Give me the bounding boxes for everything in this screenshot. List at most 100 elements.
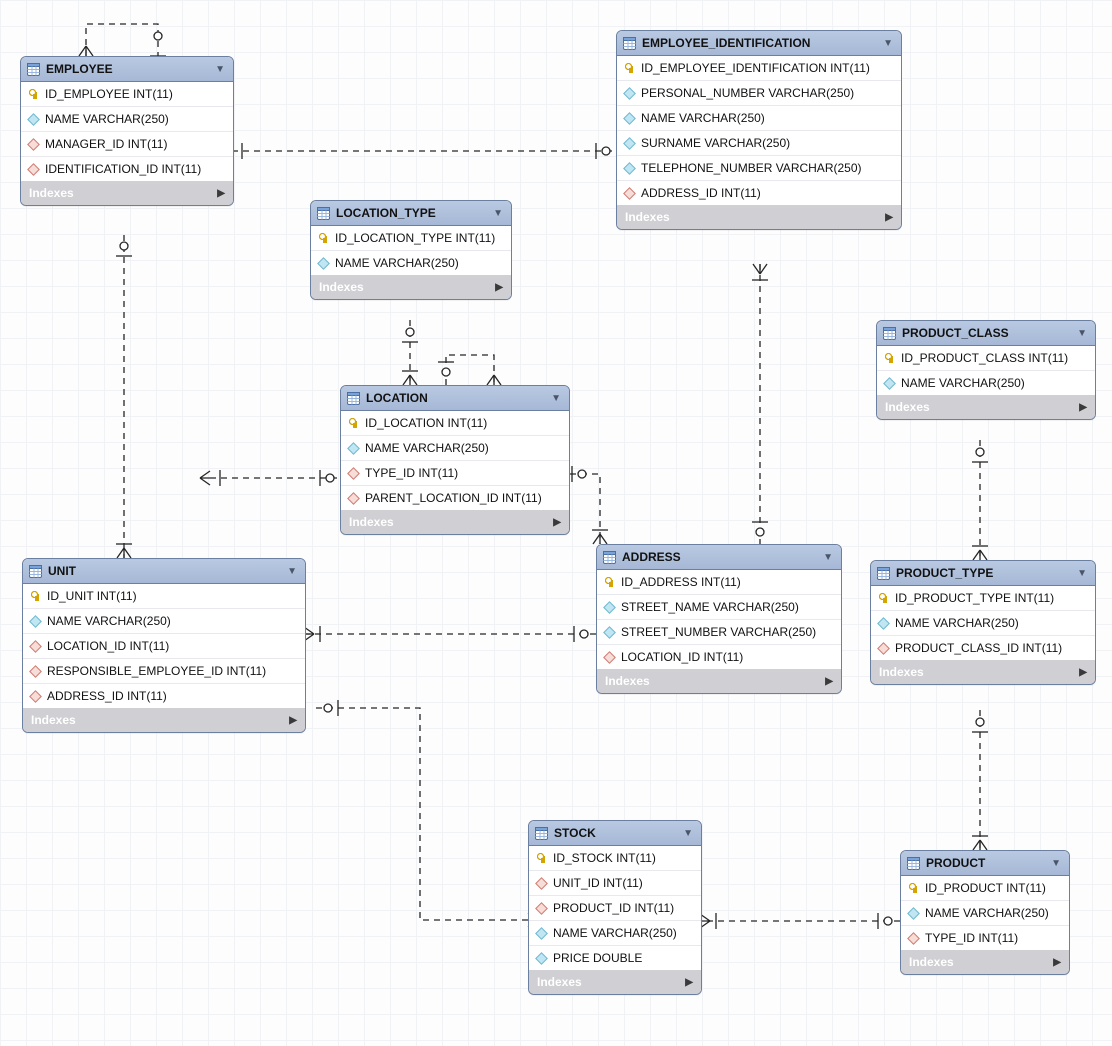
indexes-section[interactable]: Indexes▶ [311, 275, 511, 299]
column-row[interactable]: NAME VARCHAR(250) [311, 251, 511, 275]
column-row[interactable]: PRODUCT_ID INT(11) [529, 896, 701, 921]
column-text: MANAGER_ID INT(11) [45, 137, 167, 151]
expand-triangle-icon[interactable]: ▶ [1079, 667, 1087, 678]
table-header[interactable]: PRODUCT▼ [901, 851, 1069, 876]
foreign-key-icon [877, 642, 889, 654]
column-text: NAME VARCHAR(250) [553, 926, 677, 940]
expand-triangle-icon[interactable]: ▶ [495, 282, 503, 293]
column-row[interactable]: PERSONAL_NUMBER VARCHAR(250) [617, 81, 901, 106]
column-text: ADDRESS_ID INT(11) [47, 689, 167, 703]
foreign-key-icon [29, 665, 41, 677]
expand-triangle-icon[interactable]: ▶ [1053, 957, 1061, 968]
column-row[interactable]: TELEPHONE_NUMBER VARCHAR(250) [617, 156, 901, 181]
table-product_type[interactable]: PRODUCT_TYPE▼ID_PRODUCT_TYPE INT(11)NAME… [870, 560, 1096, 685]
column-row[interactable]: MANAGER_ID INT(11) [21, 132, 233, 157]
column-text: PARENT_LOCATION_ID INT(11) [365, 491, 542, 505]
table-stock[interactable]: STOCK ▼ ID_STOCK INT(11) UNIT_ID INT(11)PRO… [528, 820, 702, 995]
column-row[interactable]: TYPE_ID INT(11) [341, 461, 569, 486]
collapse-caret-icon[interactable]: ▼ [1051, 858, 1061, 869]
column-text: TYPE_ID INT(11) [925, 931, 1018, 945]
table-icon [877, 567, 890, 580]
table-employee_identification[interactable]: EMPLOYEE_IDENTIFICATION▼ID_EMPLOYEE_IDEN… [616, 30, 902, 230]
column-row[interactable]: LOCATION_ID INT(11) [23, 634, 305, 659]
expand-triangle-icon[interactable]: ▶ [1079, 402, 1087, 413]
column-row[interactable]: NAME VARCHAR(250) [529, 921, 701, 946]
column-row[interactable]: ID_EMPLOYEE_IDENTIFICATION INT(11) [617, 56, 901, 81]
column-row[interactable]: SURNAME VARCHAR(250) [617, 131, 901, 156]
collapse-caret-icon[interactable]: ▼ [1077, 328, 1087, 339]
collapse-caret-icon[interactable]: ▼ [683, 828, 693, 839]
table-location[interactable]: LOCATION▼ID_LOCATION INT(11)NAME VARCHAR… [340, 385, 570, 535]
expand-triangle-icon[interactable]: ▶ [217, 188, 225, 199]
column-row[interactable]: ADDRESS_ID INT(11) [23, 684, 305, 708]
table-header[interactable]: EMPLOYEE▼ [21, 57, 233, 82]
indexes-section[interactable]: Indexes▶ [877, 395, 1095, 419]
column-row[interactable]: ID_PRODUCT_CLASS INT(11) [877, 346, 1095, 371]
column-row[interactable]: IDENTIFICATION_ID INT(11) [21, 157, 233, 181]
column-row[interactable]: ID_ADDRESS INT(11) [597, 570, 841, 595]
expand-triangle-icon[interactable]: ▶ [685, 977, 693, 988]
collapse-caret-icon[interactable]: ▼ [823, 552, 833, 563]
column-row[interactable]: NAME VARCHAR(250) [871, 611, 1095, 636]
table-employee[interactable]: EMPLOYEE▼ID_EMPLOYEE INT(11)NAME VARCHAR… [20, 56, 234, 206]
table-address[interactable]: ADDRESS▼ID_ADDRESS INT(11)STREET_NAME VA… [596, 544, 842, 694]
column-row[interactable]: PRODUCT_CLASS_ID INT(11) [871, 636, 1095, 660]
table-product[interactable]: PRODUCT▼ID_PRODUCT INT(11)NAME VARCHAR(2… [900, 850, 1070, 975]
table-header[interactable]: LOCATION▼ [341, 386, 569, 411]
column-row[interactable]: ID_PRODUCT_TYPE INT(11) [871, 586, 1095, 611]
table-header[interactable]: STOCK ▼ [529, 821, 701, 846]
column-row[interactable]: NAME VARCHAR(250) [21, 107, 233, 132]
indexes-section[interactable]: Indexes▶ [21, 181, 233, 205]
table-header[interactable]: PRODUCT_CLASS▼ [877, 321, 1095, 346]
collapse-caret-icon[interactable]: ▼ [883, 38, 893, 49]
expand-triangle-icon[interactable]: ▶ [553, 517, 561, 528]
column-row[interactable]: ID_PRODUCT INT(11) [901, 876, 1069, 901]
indexes-section[interactable]: Indexes▶ [871, 660, 1095, 684]
table-header[interactable]: PRODUCT_TYPE▼ [871, 561, 1095, 586]
column-row[interactable]: ID_LOCATION_TYPE INT(11) [311, 226, 511, 251]
indexes-section[interactable]: Indexes▶ [617, 205, 901, 229]
column-row[interactable]: STREET_NUMBER VARCHAR(250) [597, 620, 841, 645]
column-row[interactable]: ADDRESS_ID INT(11) [617, 181, 901, 205]
indexes-section[interactable]: Indexes▶ [597, 669, 841, 693]
indexes-section[interactable]: Indexes▶ [901, 950, 1069, 974]
collapse-caret-icon[interactable]: ▼ [493, 208, 503, 219]
column-row[interactable]: ID_EMPLOYEE INT(11) [21, 82, 233, 107]
column-text: ID_STOCK INT(11) [553, 851, 656, 865]
column-row[interactable]: NAME VARCHAR(250) [341, 436, 569, 461]
column-row[interactable]: ID_STOCK INT(11) [529, 846, 701, 871]
column-row[interactable]: PARENT_LOCATION_ID INT(11) [341, 486, 569, 510]
table-unit[interactable]: UNIT▼ID_UNIT INT(11)NAME VARCHAR(250)LOC… [22, 558, 306, 733]
table-header[interactable]: LOCATION_TYPE▼ [311, 201, 511, 226]
expand-triangle-icon[interactable]: ▶ [885, 212, 893, 223]
table-location_type[interactable]: LOCATION_TYPE▼ID_LOCATION_TYPE INT(11)NA… [310, 200, 512, 300]
collapse-caret-icon[interactable]: ▼ [551, 393, 561, 404]
column-row[interactable]: TYPE_ID INT(11) [901, 926, 1069, 950]
column-text: NAME VARCHAR(250) [901, 376, 1025, 390]
indexes-section[interactable]: Indexes▶ [23, 708, 305, 732]
column-row[interactable]: NAME VARCHAR(250) [877, 371, 1095, 395]
table-title: STOCK [554, 826, 677, 840]
column-row[interactable]: NAME VARCHAR(250) [23, 609, 305, 634]
indexes-section[interactable]: Indexes▶ [341, 510, 569, 534]
indexes-section[interactable]: Indexes▶ [529, 970, 701, 994]
column-row[interactable]: NAME VARCHAR(250) [901, 901, 1069, 926]
column-row[interactable]: RESPONSIBLE_EMPLOYEE_ID INT(11) [23, 659, 305, 684]
column-row[interactable]: LOCATION_ID INT(11) [597, 645, 841, 669]
collapse-caret-icon[interactable]: ▼ [287, 566, 297, 577]
column-row[interactable]: ID_UNIT INT(11) [23, 584, 305, 609]
collapse-caret-icon[interactable]: ▼ [215, 64, 225, 75]
column-row[interactable]: NAME VARCHAR(250) [617, 106, 901, 131]
column-row[interactable]: UNIT_ID INT(11) [529, 871, 701, 896]
expand-triangle-icon[interactable]: ▶ [289, 715, 297, 726]
collapse-caret-icon[interactable]: ▼ [1077, 568, 1087, 579]
table-product_class[interactable]: PRODUCT_CLASS▼ID_PRODUCT_CLASS INT(11) NA… [876, 320, 1096, 420]
table-header[interactable]: EMPLOYEE_IDENTIFICATION▼ [617, 31, 901, 56]
expand-triangle-icon[interactable]: ▶ [825, 676, 833, 687]
column-row[interactable]: ID_LOCATION INT(11) [341, 411, 569, 436]
table-header[interactable]: UNIT▼ [23, 559, 305, 584]
column-row[interactable]: STREET_NAME VARCHAR(250) [597, 595, 841, 620]
column-row[interactable]: PRICE DOUBLE [529, 946, 701, 970]
table-header[interactable]: ADDRESS▼ [597, 545, 841, 570]
primary-key-icon [317, 232, 329, 244]
